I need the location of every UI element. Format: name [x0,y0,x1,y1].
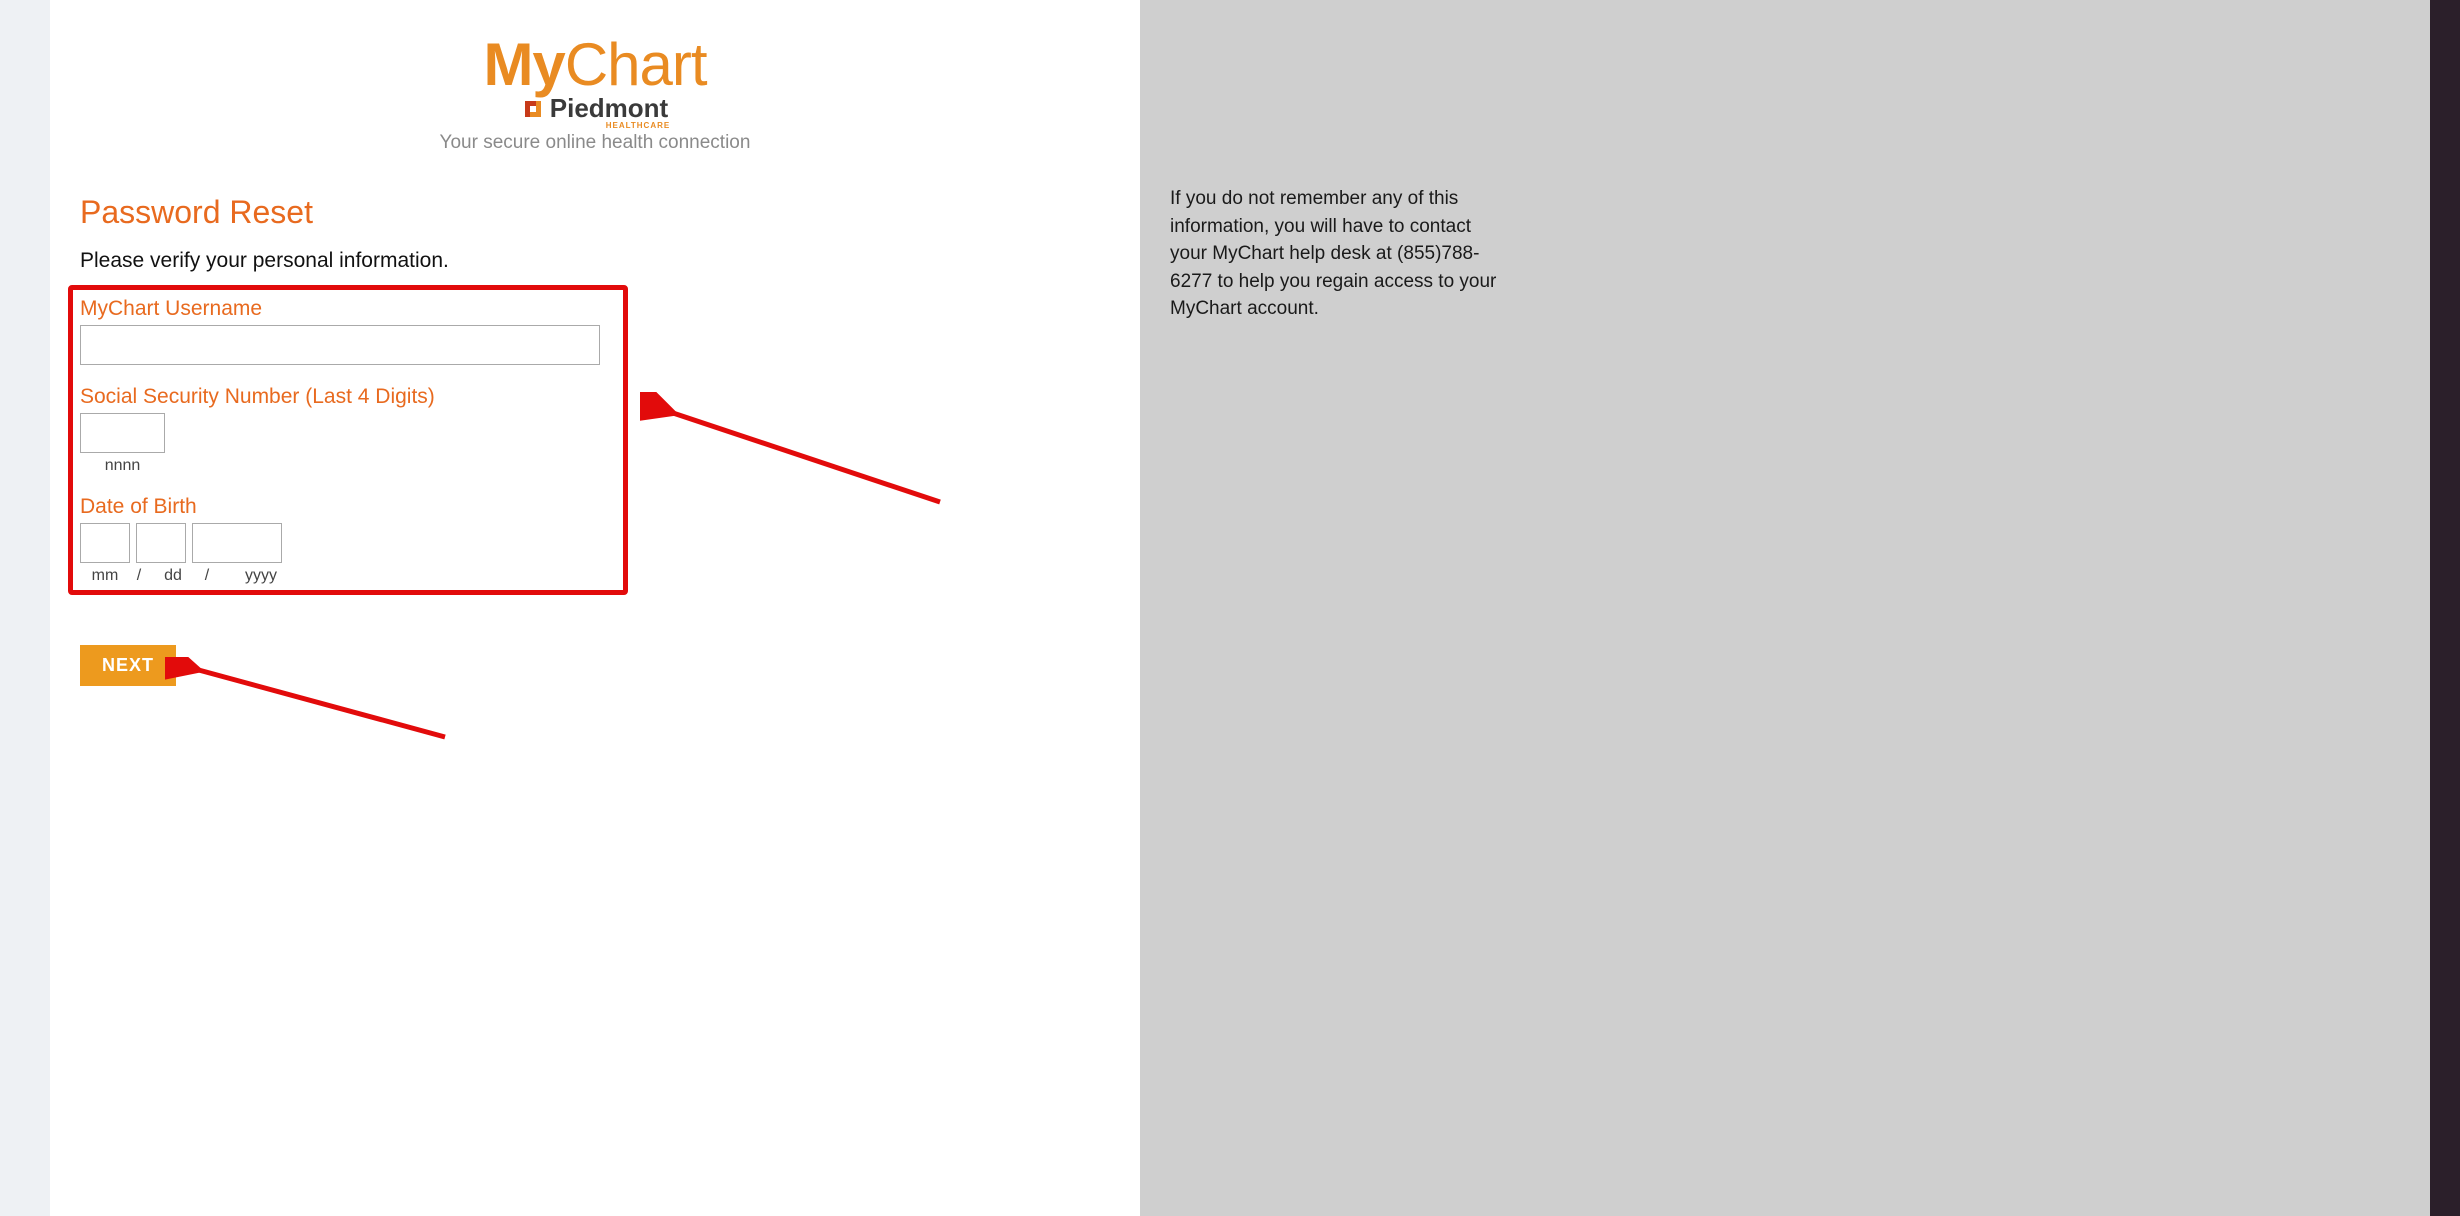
username-input[interactable] [80,325,600,365]
annotation-arrow-icon [165,657,465,757]
piedmont-icon [522,98,544,120]
help-text: If you do not remember any of this infor… [1170,185,1510,323]
dob-label: Date of Birth [80,495,1110,519]
dob-hint-sep2: / [204,567,210,585]
logo-my-text: My [483,31,564,98]
dob-hint-dd: dd [148,567,198,585]
page-title: Password Reset [80,194,1110,231]
dob-year-input[interactable] [192,523,282,563]
dob-group: Date of Birth mm / dd / yyyy [80,495,1110,585]
ssn-label: Social Security Number (Last 4 Digits) [80,385,1110,409]
username-label: MyChart Username [80,297,1110,321]
mychart-logo: MyChart [80,30,1110,99]
dob-hint-row: mm / dd / yyyy [80,567,1110,585]
tagline: Your secure online health connection [80,132,1110,154]
dob-day-input[interactable] [136,523,186,563]
instruction-text: Please verify your personal information. [80,249,1110,273]
dob-inputs-row [80,523,1110,563]
dob-hint-mm: mm [80,567,130,585]
piedmont-word: Piedmont [550,93,668,123]
dob-month-input[interactable] [80,523,130,563]
dob-hint-yyyy: yyyy [216,567,306,585]
background-right [2430,0,2460,1216]
background-left [0,0,50,1216]
healthcare-word: HEALTHCARE [606,121,671,130]
help-side-panel: If you do not remember any of this infor… [1170,185,1510,323]
ssn-group: Social Security Number (Last 4 Digits) n… [80,385,1110,475]
username-group: MyChart Username [80,297,1110,365]
logo-block: MyChart Piedmont HEALTHCARE Your secure … [80,30,1110,154]
form-area: MyChart Username Social Security Number … [80,297,1110,686]
piedmont-text: Piedmont HEALTHCARE [550,93,668,124]
logo-chart-text: Chart [565,31,707,98]
main-card: MyChart Piedmont HEALTHCARE Your secure … [50,0,1140,1216]
next-button[interactable]: NEXT [80,645,176,686]
piedmont-line: Piedmont HEALTHCARE [80,93,1110,124]
dob-hint-sep1: / [136,567,142,585]
ssn-input[interactable] [80,413,165,453]
ssn-hint: nnnn [80,457,165,475]
